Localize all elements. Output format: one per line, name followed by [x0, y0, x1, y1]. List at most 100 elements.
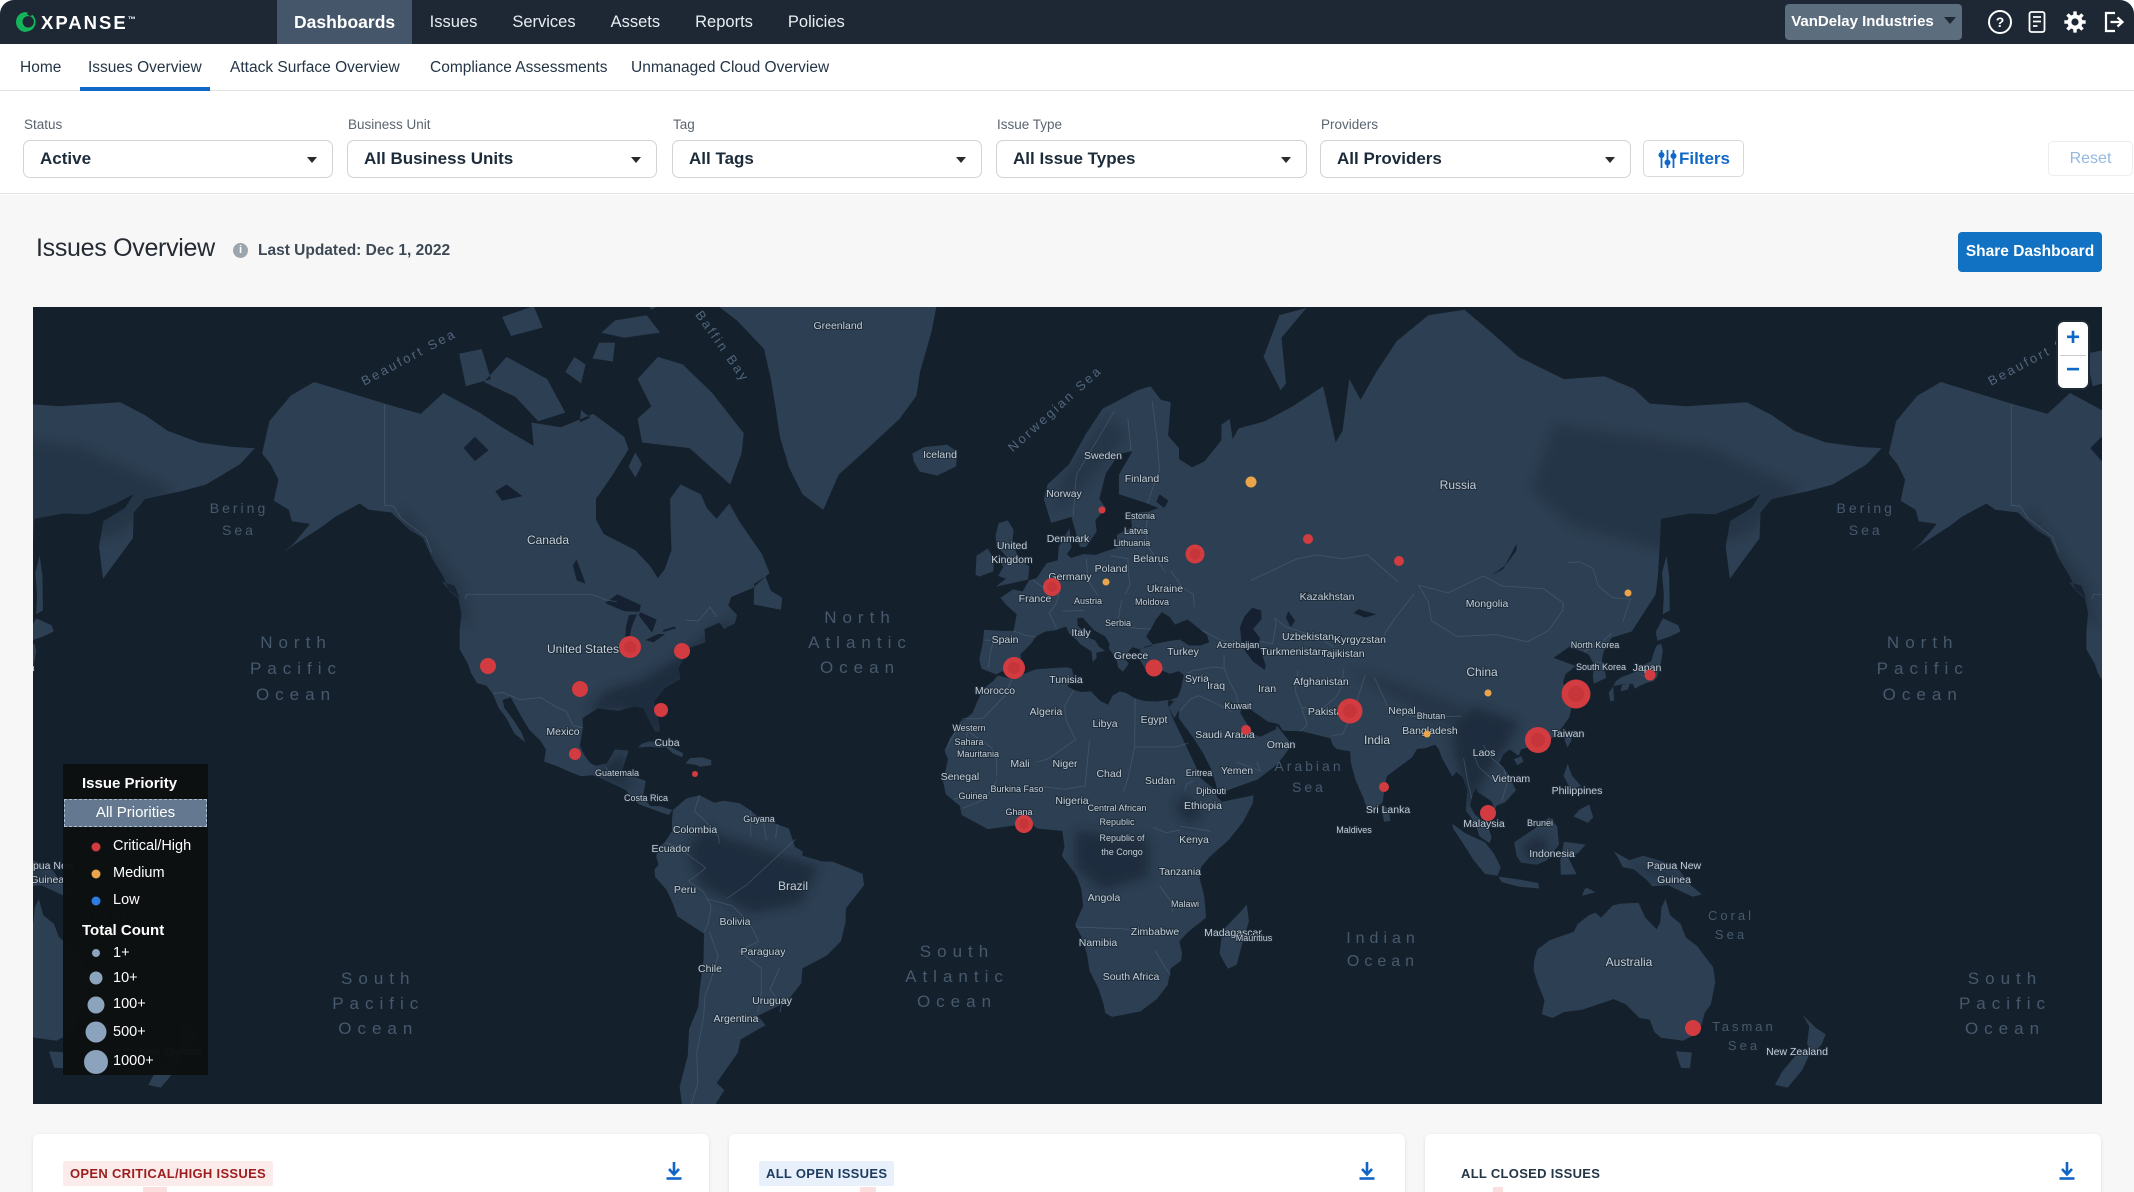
svg-text:Oman: Oman	[1267, 739, 1296, 751]
svg-text:Senegal: Senegal	[941, 771, 980, 783]
svg-text:Cuba: Cuba	[654, 737, 679, 749]
svg-text:Paraguay: Paraguay	[741, 946, 787, 958]
svg-text:Vietnam: Vietnam	[1492, 773, 1531, 785]
svg-text:Ghana: Ghana	[1005, 807, 1032, 817]
svg-text:Greece: Greece	[1114, 650, 1149, 662]
svg-text:Kingdom: Kingdom	[991, 554, 1033, 566]
svg-text:United States: United States	[547, 642, 619, 656]
svg-text:Egypt: Egypt	[1141, 714, 1168, 726]
svg-text:Philippines: Philippines	[1552, 785, 1603, 797]
svg-text:Turkey: Turkey	[1167, 646, 1199, 658]
svg-text:Malawi: Malawi	[1171, 899, 1199, 909]
svg-text:Mali: Mali	[1010, 758, 1029, 770]
svg-text:Laos: Laos	[1473, 747, 1496, 759]
svg-text:Kazakhstan: Kazakhstan	[1300, 591, 1355, 603]
svg-text:Mexico: Mexico	[546, 726, 579, 738]
svg-text:Syria: Syria	[1185, 673, 1209, 685]
svg-text:Austria: Austria	[1074, 596, 1102, 606]
svg-text:China: China	[1466, 665, 1498, 679]
svg-text:Mongolia: Mongolia	[1466, 598, 1509, 610]
svg-text:Western: Western	[952, 723, 985, 733]
svg-text:Spain: Spain	[992, 634, 1019, 646]
svg-text:United: United	[997, 540, 1028, 552]
svg-text:Eritrea: Eritrea	[1186, 768, 1213, 778]
svg-text:Republic: Republic	[1099, 817, 1135, 827]
svg-text:Iraq: Iraq	[1207, 680, 1225, 692]
svg-text:Peru: Peru	[674, 884, 696, 896]
svg-text:Uzbekistan: Uzbekistan	[1282, 631, 1334, 643]
svg-text:the Congo: the Congo	[1101, 847, 1143, 857]
svg-text:Ukraine: Ukraine	[1147, 583, 1183, 595]
svg-text:Italy: Italy	[1071, 627, 1091, 639]
svg-text:Sudan: Sudan	[1145, 775, 1176, 787]
svg-text:Canada: Canada	[527, 533, 569, 547]
svg-text:Nepal: Nepal	[1388, 705, 1415, 717]
svg-text:Turkmenistan: Turkmenistan	[1260, 646, 1323, 658]
svg-text:Angola: Angola	[1088, 892, 1121, 904]
svg-text:Greenland: Greenland	[813, 320, 862, 332]
svg-text:Latvia: Latvia	[1124, 526, 1148, 536]
svg-text:Serbia: Serbia	[1105, 618, 1131, 628]
svg-text:Kuwait: Kuwait	[1224, 701, 1252, 711]
svg-text:Brunei: Brunei	[1527, 818, 1553, 828]
svg-text:North Korea: North Korea	[1571, 640, 1620, 650]
svg-text:Estonia: Estonia	[1125, 511, 1155, 521]
svg-text:Guinea: Guinea	[958, 791, 987, 801]
svg-text:Central African: Central African	[1087, 803, 1146, 813]
svg-text:Sahara: Sahara	[954, 737, 983, 747]
svg-text:Norway: Norway	[1046, 488, 1082, 500]
svg-text:Argentina: Argentina	[714, 1013, 759, 1025]
svg-text:Bhutan: Bhutan	[1417, 711, 1446, 721]
svg-text:Zimbabwe: Zimbabwe	[1131, 926, 1180, 938]
svg-text:South Africa: South Africa	[1103, 971, 1160, 983]
svg-text:Bolivia: Bolivia	[720, 916, 751, 928]
svg-text:Colombia: Colombia	[673, 824, 718, 836]
svg-text:Namibia: Namibia	[1079, 937, 1118, 949]
svg-text:Tunisia: Tunisia	[1049, 674, 1083, 686]
svg-text:Chad: Chad	[1096, 768, 1121, 780]
svg-text:Niger: Niger	[1052, 758, 1078, 770]
svg-text:Ecuador: Ecuador	[651, 843, 691, 855]
svg-text:India: India	[1364, 733, 1390, 747]
svg-text:Poland: Poland	[1095, 563, 1128, 575]
svg-text:Taiwan: Taiwan	[1552, 728, 1585, 740]
svg-text:Brazil: Brazil	[778, 879, 808, 893]
svg-text:Sri Lanka: Sri Lanka	[1366, 804, 1411, 816]
svg-text:Kenya: Kenya	[1179, 834, 1209, 846]
svg-text:Maldives: Maldives	[1336, 825, 1372, 835]
svg-text:Mauritius: Mauritius	[1236, 933, 1273, 943]
svg-text:Djibouti: Djibouti	[1196, 786, 1226, 796]
svg-text:Republic of: Republic of	[1099, 833, 1145, 843]
svg-text:France: France	[1019, 593, 1052, 605]
svg-text:Burkina Faso: Burkina Faso	[990, 784, 1043, 794]
svg-text:Guatemala: Guatemala	[595, 768, 639, 778]
svg-text:Ethiopia: Ethiopia	[1184, 800, 1222, 812]
svg-text:Yemen: Yemen	[1221, 765, 1253, 777]
svg-text:Lithuania: Lithuania	[1114, 538, 1151, 548]
svg-text:Finland: Finland	[1125, 473, 1160, 485]
svg-text:Indonesia: Indonesia	[1529, 848, 1575, 860]
svg-text:Moldova: Moldova	[1135, 597, 1169, 607]
svg-text:Mauritania: Mauritania	[957, 749, 999, 759]
svg-text:Algeria: Algeria	[1030, 706, 1063, 718]
svg-text:South Korea: South Korea	[1576, 662, 1626, 672]
svg-text:?: ?	[1996, 14, 2005, 30]
svg-text:Belarus: Belarus	[1133, 553, 1169, 565]
svg-text:Morocco: Morocco	[975, 685, 1015, 697]
svg-text:Libya: Libya	[1092, 718, 1117, 730]
svg-text:Uruguay: Uruguay	[752, 995, 792, 1007]
svg-text:Denmark: Denmark	[1047, 533, 1090, 545]
svg-text:Afghanistan: Afghanistan	[1293, 676, 1349, 688]
svg-text:Tanzania: Tanzania	[1159, 866, 1201, 878]
svg-text:Azerbaijan: Azerbaijan	[1217, 640, 1260, 650]
svg-text:Sweden: Sweden	[1084, 450, 1122, 462]
svg-text:Chile: Chile	[698, 963, 722, 975]
svg-text:Kyrgyzstan: Kyrgyzstan	[1334, 634, 1386, 646]
svg-text:Tajikistan: Tajikistan	[1321, 648, 1364, 660]
svg-text:Guyana: Guyana	[743, 814, 775, 824]
svg-text:Iran: Iran	[1258, 683, 1276, 695]
svg-text:Iceland: Iceland	[923, 449, 957, 461]
svg-text:Russia: Russia	[1440, 478, 1477, 492]
svg-text:Nigeria: Nigeria	[1055, 795, 1088, 807]
svg-text:Costa Rica: Costa Rica	[624, 793, 668, 803]
